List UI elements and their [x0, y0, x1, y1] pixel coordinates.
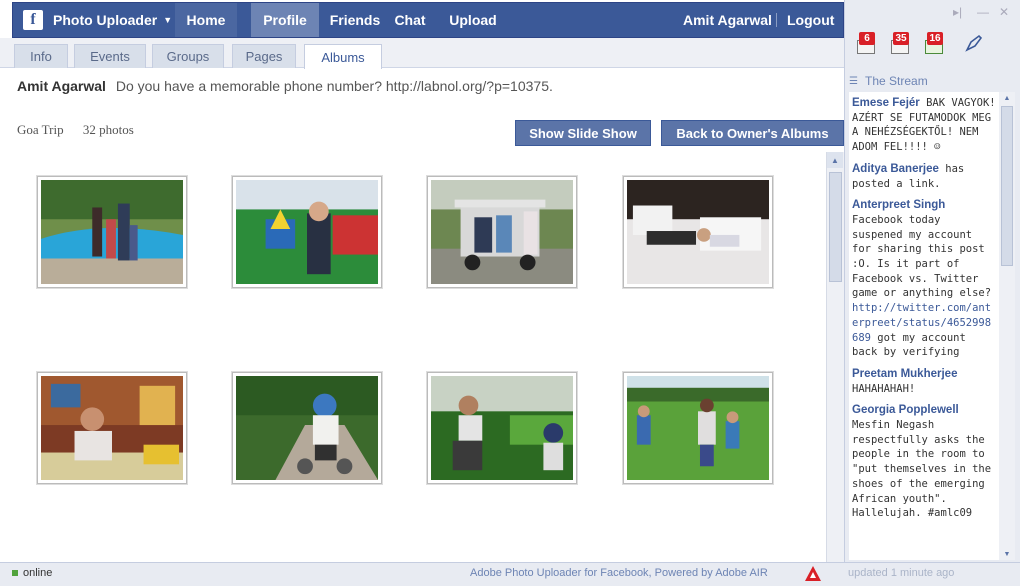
scroll-down-icon[interactable]: ▼	[999, 548, 1015, 560]
stream-post: Preetam Mukherjee HAHAHAHAH!	[852, 367, 996, 396]
post-author[interactable]: Georgia Popplewell	[852, 404, 959, 416]
tab-groups[interactable]: Groups	[152, 44, 224, 68]
photo-thumbnail[interactable]	[623, 372, 773, 484]
nav-upload[interactable]: Upload	[443, 3, 503, 37]
tab-events[interactable]: Events	[74, 44, 146, 68]
photo-thumbnail[interactable]	[623, 176, 773, 288]
stream-post: Aditya Banerjee has posted a link.	[852, 162, 996, 191]
kids-on-lawn-photo	[627, 376, 769, 480]
kid-tricycle-photo	[236, 376, 378, 480]
stream-header: ☰ The Stream	[849, 72, 1017, 90]
scroll-thumb[interactable]	[1001, 106, 1013, 266]
profile-tabs: Info Events Groups Pages Albums	[0, 38, 844, 69]
scroll-up-icon[interactable]: ▲	[827, 152, 843, 168]
playground-photo	[236, 180, 378, 284]
notifications-icon[interactable]: 6	[855, 32, 877, 54]
post-text: Facebook today suspened my account for s…	[852, 213, 992, 300]
nav-friends[interactable]: Friends	[319, 3, 391, 37]
top-nav-bar: f Photo Uploader ▼ Home Profile Friends …	[12, 2, 844, 38]
status-update: Amit Agarwal Do you have a memorable pho…	[17, 78, 553, 94]
album-info: Goa Trip 32 photos	[17, 122, 150, 138]
powered-by-text[interactable]: Adobe Photo Uploader for Facebook, Power…	[470, 567, 768, 579]
update-status-icon[interactable]	[963, 32, 985, 54]
nav-divider	[776, 13, 777, 27]
scroll-up-icon[interactable]: ▲	[999, 92, 1015, 104]
man-and-child-garden-photo	[431, 376, 573, 480]
back-to-albums-button[interactable]: Back to Owner's Albums	[661, 120, 844, 146]
tab-info[interactable]: Info	[14, 44, 68, 68]
photo-count: 32 photos	[82, 122, 134, 137]
status-message: Do you have a memorable phone number? ht…	[115, 78, 553, 94]
online-status[interactable]: online	[12, 567, 52, 579]
online-label: online	[23, 567, 53, 579]
stream-panel: ▸| — ✕ 6 35 16 ☰ The Stream Emese Fejér …	[844, 0, 1020, 562]
dock-icon[interactable]: ▸|	[953, 5, 962, 19]
messages-icon[interactable]: 35	[889, 32, 911, 54]
gallery-scrollbar[interactable]: ▲	[826, 152, 844, 562]
status-owner[interactable]: Amit Agarwal	[17, 78, 106, 94]
photo-thumbnail[interactable]	[37, 372, 187, 484]
post-author[interactable]: Preetam Mukherjee	[852, 368, 957, 380]
stream-post: Emese Fejér BAK VAGYOK! AZÉRT SE FUTAMOD…	[852, 96, 996, 155]
photo-thumbnail[interactable]	[232, 372, 382, 484]
facebook-logo-icon: f	[23, 10, 43, 30]
sleeping-kids-photo	[627, 180, 769, 284]
close-icon[interactable]: ✕	[999, 5, 1009, 19]
app-title: Photo Uploader	[53, 12, 158, 28]
post-author[interactable]: Emese Fejér	[852, 97, 920, 109]
friend-request-badge: 16	[927, 32, 943, 45]
pencil-icon	[965, 34, 983, 52]
photo-thumbnail[interactable]	[427, 176, 577, 288]
chevron-down-icon: ▼	[163, 15, 173, 25]
post-author[interactable]: Anterpreet Singh	[852, 199, 945, 211]
photo-thumbnail[interactable]	[427, 372, 577, 484]
nav-chat[interactable]: Chat	[391, 3, 429, 37]
stream-scrollbar[interactable]: ▲ ▼	[999, 92, 1015, 560]
user-name-link[interactable]: Amit Agarwal	[683, 3, 772, 37]
golf-cart-photo	[431, 180, 573, 284]
friend-requests-icon[interactable]: 16	[923, 32, 945, 54]
stream-post: Anterpreet Singh Facebook today suspened…	[852, 198, 996, 360]
app-menu[interactable]: f Photo Uploader ▼	[13, 3, 175, 37]
pool-family-photo	[41, 180, 183, 284]
scroll-thumb[interactable]	[829, 172, 842, 282]
photo-thumbnail[interactable]	[37, 176, 187, 288]
stream-feed: Emese Fejér BAK VAGYOK! AZÉRT SE FUTAMOD…	[849, 92, 999, 560]
tab-pages[interactable]: Pages	[232, 44, 296, 68]
post-text: Mesfin Negash respectfully asks the peop…	[852, 419, 992, 520]
list-icon: ☰	[849, 75, 858, 87]
post-text: HAHAHAHAH!	[852, 382, 916, 395]
stream-post: Georgia Popplewell Mesfin Negash respect…	[852, 403, 996, 521]
notification-badge: 6	[859, 32, 875, 45]
minimize-icon[interactable]: —	[977, 5, 989, 19]
photo-thumbnail[interactable]	[232, 176, 382, 288]
kid-at-table-photo	[41, 376, 183, 480]
nav-profile[interactable]: Profile	[251, 3, 319, 37]
post-author[interactable]: Aditya Banerjee	[852, 163, 939, 175]
nav-home[interactable]: Home	[175, 3, 237, 37]
status-bar: online Adobe Photo Uploader for Facebook…	[0, 562, 1020, 586]
tab-albums[interactable]: Albums	[304, 44, 382, 69]
adobe-air-icon	[805, 566, 821, 581]
message-badge: 35	[893, 32, 909, 45]
last-updated: updated 1 minute ago	[848, 567, 955, 579]
main-content: Info Events Groups Pages Albums Amit Aga…	[0, 38, 844, 562]
album-name: Goa Trip	[17, 122, 64, 137]
stream-title: The Stream	[865, 74, 928, 88]
logout-link[interactable]: Logout	[787, 3, 834, 37]
online-dot-icon	[12, 570, 18, 576]
show-slideshow-button[interactable]: Show Slide Show	[515, 120, 651, 146]
